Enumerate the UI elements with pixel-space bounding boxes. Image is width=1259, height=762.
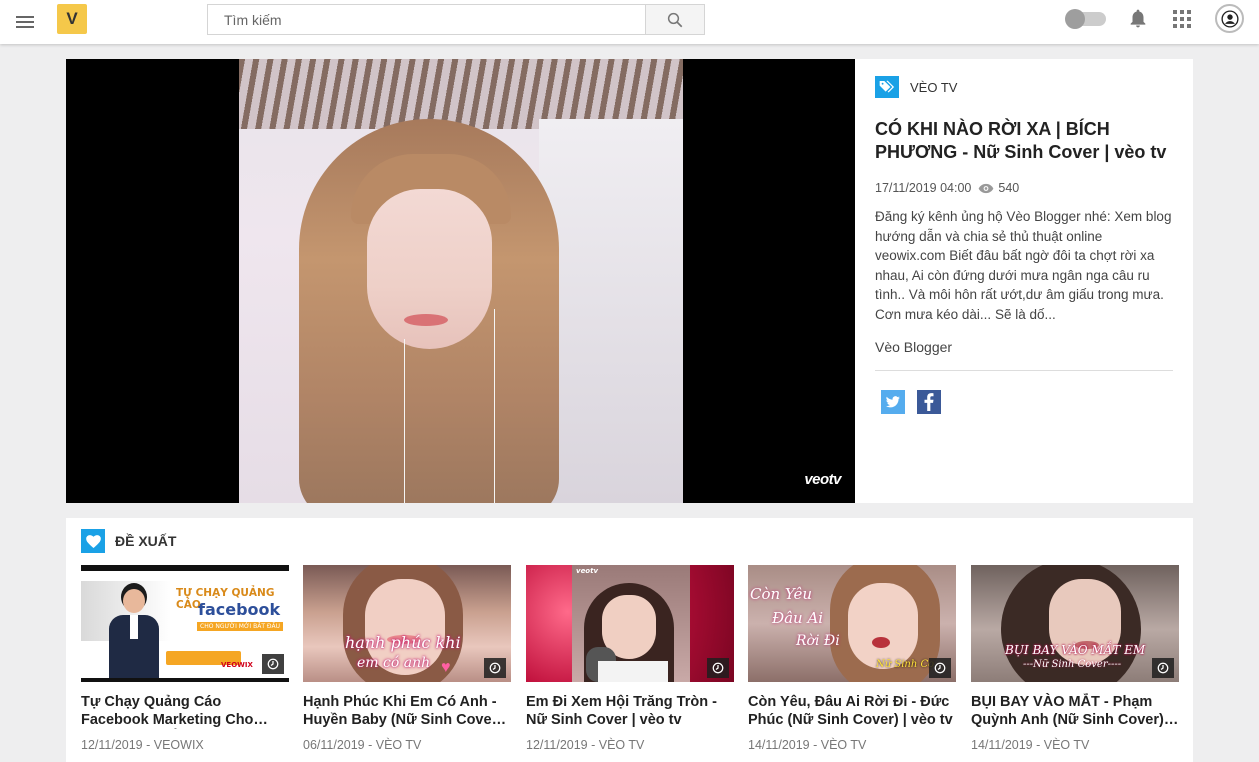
thumb-text: Nữ Sinh Co (876, 659, 935, 670)
thumb-logo: VEOWIX (221, 661, 253, 669)
search-button[interactable] (645, 5, 704, 34)
eye-icon (978, 183, 994, 194)
watch-later-icon[interactable] (1152, 658, 1174, 678)
heart-icon (81, 529, 105, 553)
watch-later-icon[interactable] (707, 658, 729, 678)
account-icon[interactable] (1215, 4, 1244, 33)
video-card-meta: 12/11/2019 - VEOWIX (81, 738, 204, 752)
video-info: VÈO TV CÓ KHI NÀO RỜI XA | BÍCH PHƯƠNG -… (875, 76, 1173, 414)
video-card[interactable]: TỰ CHẠY QUẢNG CÁO facebook CHO NGƯỜI MỚI… (81, 565, 289, 752)
video-card[interactable]: veotv Em Đi Xem Hội Trăng Tròn - Nữ Sinh… (526, 565, 734, 752)
watch-later-icon[interactable] (929, 658, 951, 678)
card-date: 14/11/2019 (971, 738, 1033, 752)
thumb-text: Còn Yêu (750, 585, 813, 603)
card-channel[interactable]: VÈO TV (376, 738, 422, 752)
site-logo[interactable]: V (57, 4, 87, 34)
video-card-title[interactable]: Em Đi Xem Hội Trăng Tròn - Nữ Sinh Cover… (526, 693, 734, 729)
view-count: 540 (998, 181, 1020, 195)
section-header: ĐỀ XUẤT (81, 529, 176, 553)
divider (875, 370, 1173, 371)
thumb-text: ---Nữ Sinh Cover---- (1023, 659, 1122, 670)
video-card-meta: 06/11/2019 - VÈO TV (303, 738, 422, 752)
channel-name: VÈO TV (910, 79, 958, 95)
author-name[interactable]: Vèo Blogger (875, 339, 1173, 355)
menu-icon[interactable] (14, 11, 36, 33)
video-thumbnail[interactable]: Còn Yêu Đâu Ai Rời Đi Nữ Sinh Co (748, 565, 956, 682)
heart-sticker-icon: ♥ (441, 659, 451, 676)
card-date: 14/11/2019 (748, 738, 810, 752)
video-card[interactable]: hạnh phúc khi em có anh ♥ Hạnh Phúc Khi … (303, 565, 511, 752)
apps-grid-icon[interactable] (1173, 10, 1191, 28)
search-icon (667, 12, 683, 27)
video-thumbnail[interactable]: veotv (526, 565, 734, 682)
video-card[interactable]: Còn Yêu Đâu Ai Rời Đi Nữ Sinh Co Còn Yêu… (748, 565, 956, 752)
search-bar (207, 4, 705, 35)
facebook-icon[interactable] (917, 390, 941, 414)
video-card-title[interactable]: Hạnh Phúc Khi Em Có Anh - Huyền Baby (Nữ… (303, 693, 511, 729)
card-channel[interactable]: VÈO TV (1044, 738, 1090, 752)
video-thumbnail[interactable]: BỤI BAY VÀO MẮT EM ---Nữ Sinh Cover---- (971, 565, 1179, 682)
card-date: 12/11/2019 (81, 738, 143, 752)
top-header: V (0, 0, 1259, 44)
video-thumbnail[interactable]: TỰ CHẠY QUẢNG CÁO facebook CHO NGƯỜI MỚI… (81, 565, 289, 682)
user-icon (1220, 9, 1239, 28)
video-meta: 17/11/2019 04:00 540 (875, 181, 1173, 195)
video-card-meta: 14/11/2019 - VÈO TV (971, 738, 1090, 752)
card-channel[interactable]: VÈO TV (599, 738, 645, 752)
toggle-knob (1065, 9, 1085, 29)
thumb-text: Rời Đi (796, 633, 840, 649)
thumb-text: em có anh (357, 655, 431, 671)
video-card-meta: 12/11/2019 - VÈO TV (526, 738, 645, 752)
video-thumbnail[interactable]: hạnh phúc khi em có anh ♥ (303, 565, 511, 682)
video-card-title[interactable]: BỤI BAY VÀO MẮT - Phạm Quỳnh Anh (Nữ Sin… (971, 693, 1179, 729)
video-card-meta: 14/11/2019 - VÈO TV (748, 738, 867, 752)
featured-video-card: veotv VÈO TV CÓ KHI NÀO RỜI XA | BÍCH PH… (66, 59, 1193, 503)
section-title: ĐỀ XUẤT (115, 533, 177, 549)
dark-mode-toggle[interactable] (1065, 9, 1106, 29)
search-input[interactable] (208, 5, 646, 34)
recommended-section: ĐỀ XUẤT TỰ CHẠY QUẢNG CÁO facebook CHO N… (66, 518, 1193, 762)
thumb-text: facebook (198, 600, 281, 619)
video-card-title[interactable]: Tự Chạy Quảng Cáo Facebook Marketing Cho… (81, 693, 289, 729)
card-channel[interactable]: VEOWIX (154, 738, 204, 752)
twitter-icon[interactable] (881, 390, 905, 414)
video-player[interactable]: veotv (66, 59, 855, 503)
video-title[interactable]: CÓ KHI NÀO RỜI XA | BÍCH PHƯƠNG - Nữ Sin… (875, 118, 1173, 164)
watch-later-icon[interactable] (484, 658, 506, 678)
card-date: 06/11/2019 (303, 738, 365, 752)
bell-icon[interactable] (1128, 9, 1148, 29)
thumb-text: BỤI BAY VÀO MẮT EM (1005, 643, 1146, 657)
card-date: 12/11/2019 (526, 738, 588, 752)
card-channel[interactable]: VÈO TV (821, 738, 867, 752)
video-frame (239, 59, 683, 503)
video-card[interactable]: BỤI BAY VÀO MẮT EM ---Nữ Sinh Cover---- … (971, 565, 1179, 752)
share-buttons (881, 390, 1173, 414)
tag-icon (875, 76, 899, 98)
thumb-text: CHO NGƯỜI MỚI BẮT ĐẦU (197, 622, 284, 631)
publish-date: 17/11/2019 04:00 (875, 181, 972, 195)
video-card-title[interactable]: Còn Yêu, Đâu Ai Rời Đi - Đức Phúc (Nữ Si… (748, 693, 956, 729)
video-watermark: veotv (804, 471, 841, 488)
thumb-text: Đâu Ai (772, 609, 824, 627)
thumb-text: veotv (576, 567, 599, 575)
thumb-text: hạnh phúc khi (345, 633, 461, 652)
video-description: Đăng ký kênh ủng hộ Vèo Blogger nhé: Xem… (875, 209, 1172, 322)
channel-row[interactable]: VÈO TV (875, 76, 1173, 98)
watch-later-icon[interactable] (262, 654, 284, 674)
